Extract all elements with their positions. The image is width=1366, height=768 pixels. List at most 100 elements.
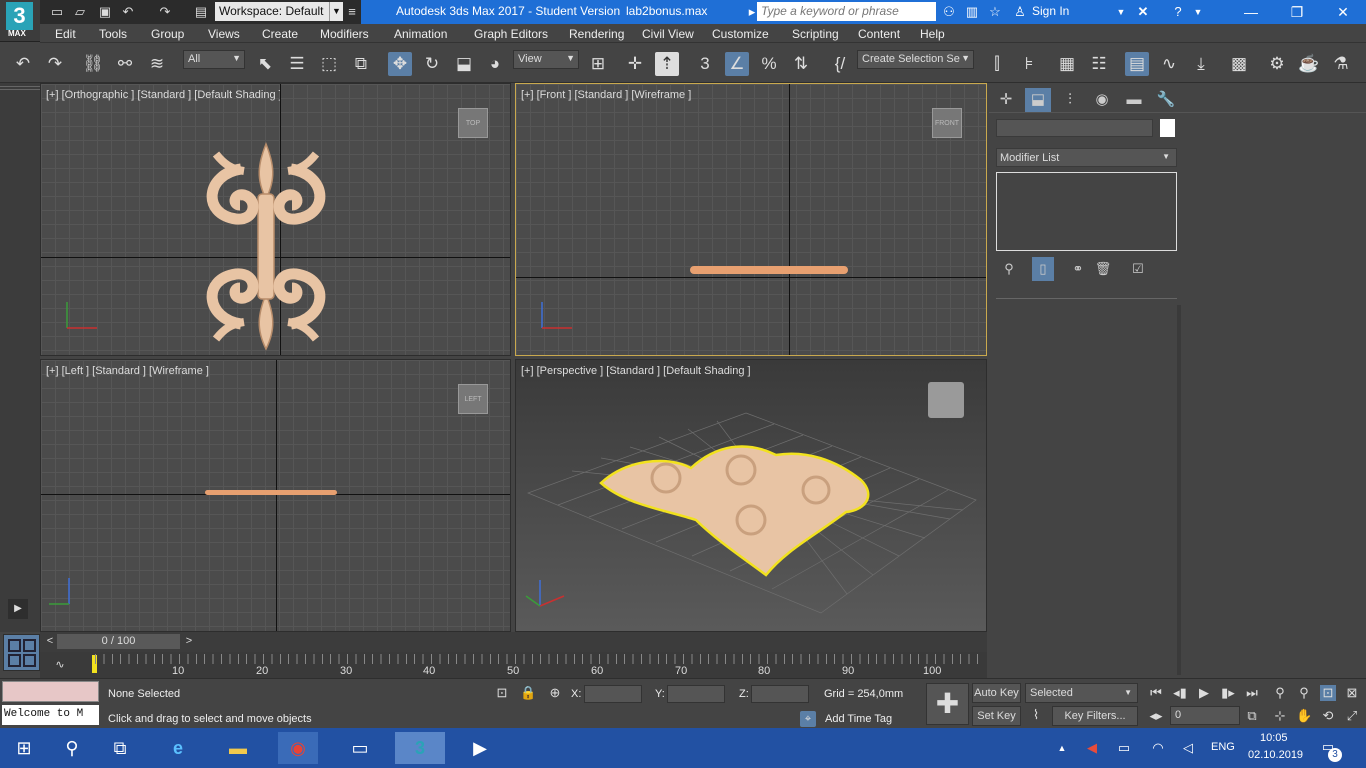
set-key-button[interactable]: Set Key	[972, 706, 1021, 726]
object-color-swatch[interactable]	[1160, 119, 1175, 137]
menu-group[interactable]: Group	[151, 27, 184, 41]
selection-filter-select[interactable]: All ▼	[183, 50, 245, 69]
clock-time[interactable]: 10:05	[1260, 732, 1288, 744]
redo-icon[interactable]: ↷	[43, 52, 67, 76]
new-file-icon[interactable]: ▭	[49, 4, 65, 20]
input-language[interactable]: ENG	[1211, 741, 1235, 753]
utilities-tab-icon[interactable]: 🔧	[1153, 88, 1179, 112]
favorites-icon[interactable]: ☆	[987, 4, 1003, 20]
viewport-layout-icon[interactable]	[3, 634, 40, 671]
open-file-icon[interactable]: ▱	[72, 4, 88, 20]
schematic-view-icon[interactable]: ⤓	[1189, 52, 1213, 76]
command-prompt-icon[interactable]: ▭	[340, 732, 380, 764]
binoculars-icon[interactable]: ⚇	[941, 4, 957, 20]
3dsmax-taskbar-icon[interactable]: 3	[395, 732, 445, 764]
modify-tab-icon[interactable]: ⬓	[1025, 88, 1051, 112]
subscription-icon[interactable]: ▥	[964, 4, 980, 20]
object-name-field[interactable]	[996, 119, 1153, 137]
search-icon[interactable]: ⚲	[52, 732, 92, 764]
menu-graph-editors[interactable]: Graph Editors	[474, 27, 548, 41]
render-setup-icon[interactable]: ⚙	[1265, 52, 1289, 76]
overflow-icon[interactable]: ≡	[344, 4, 360, 20]
key-filter-icon[interactable]: ⌇	[1028, 707, 1044, 723]
clock-date[interactable]: 02.10.2019	[1248, 749, 1303, 761]
make-unique-icon[interactable]: ⚭	[1065, 257, 1091, 281]
manipulate-icon[interactable]: ✛	[623, 52, 647, 76]
viewcube[interactable]: TOP	[458, 108, 488, 138]
show-end-result-icon[interactable]: ▯	[1032, 257, 1054, 281]
maximize-viewport-icon[interactable]: ⤢	[1344, 708, 1360, 724]
viewport-orthographic[interactable]: [+] [Orthographic ] [Standard ] [Default…	[40, 83, 511, 356]
curve-editor-mini-icon[interactable]: ∿	[52, 657, 68, 673]
search-input[interactable]: Type a keyword or phrase	[757, 2, 936, 21]
file-explorer-icon[interactable]: ▬	[218, 732, 258, 764]
keyboard-shortcut-override-icon[interactable]: ⇡	[655, 52, 679, 76]
viewport-perspective[interactable]: [+] [Perspective ] [Standard ] [Default …	[515, 359, 987, 632]
chevron-up-icon[interactable]: ▲	[1054, 740, 1070, 756]
viewport-left[interactable]: [+] [Left ] [Standard ] [Wireframe ] LEF…	[40, 359, 511, 632]
ornament-object[interactable]	[205, 490, 337, 495]
undo-icon[interactable]: ↶	[11, 52, 35, 76]
isolate-selection-icon[interactable]: ⊡	[494, 685, 510, 701]
add-time-tag[interactable]: Add Time Tag	[825, 713, 892, 725]
wifi-icon[interactable]: ◠	[1150, 740, 1166, 756]
viewport-front[interactable]: [+] [Front ] [Standard ] [Wireframe ] FR…	[515, 83, 987, 356]
menu-customize[interactable]: Customize	[712, 27, 769, 41]
pivot-center-icon[interactable]: ⊞	[586, 52, 610, 76]
previous-frame-icon[interactable]: <	[42, 633, 58, 649]
redo-icon[interactable]: ↷	[157, 4, 173, 20]
previous-key-icon[interactable]: ◂▮	[1172, 685, 1188, 701]
align-icon[interactable]: ⊧	[1017, 52, 1041, 76]
pan-view-icon[interactable]: ✋	[1296, 708, 1312, 724]
exchange-icon[interactable]: ✕	[1135, 4, 1151, 20]
track-bar[interactable]: ∿ 10 20 30 40 50 60 70 80 90 100	[40, 652, 987, 678]
speaker-icon[interactable]: ◁	[1180, 740, 1196, 756]
pin-stack-icon[interactable]: ⚲	[996, 257, 1022, 281]
z-coordinate-field[interactable]	[751, 685, 809, 703]
menu-rendering[interactable]: Rendering	[569, 27, 624, 41]
time-slider[interactable]: 0 / 100	[57, 634, 180, 649]
key-mode-toggle-icon[interactable]: ◂▸	[1148, 708, 1164, 724]
workspace-select[interactable]: Workspace: Default ▼	[215, 2, 343, 21]
save-icon[interactable]: ▣	[97, 4, 113, 20]
time-configuration-icon[interactable]: ⧉	[1244, 708, 1260, 724]
go-to-start-icon[interactable]: ⏮	[1148, 685, 1164, 701]
rendered-frame-window-icon[interactable]: ☕	[1297, 52, 1321, 76]
minimize-button[interactable]: —	[1228, 0, 1274, 24]
key-mode-select[interactable]: Selected ▼	[1025, 683, 1138, 703]
zoom-all-icon[interactable]: ⚲	[1296, 685, 1312, 701]
chevron-down-icon[interactable]: ▼	[1113, 4, 1129, 20]
display-tab-icon[interactable]: ▬	[1121, 88, 1147, 112]
modifier-list-select[interactable]: Modifier List ▼	[996, 148, 1177, 167]
app-logo[interactable]: 3 MAX	[0, 0, 40, 42]
close-button[interactable]: ✕	[1320, 0, 1366, 24]
menu-help[interactable]: Help	[920, 27, 945, 41]
x-coordinate-field[interactable]	[584, 685, 642, 703]
bind-space-warp-icon[interactable]: ≋	[145, 52, 169, 76]
configure-modifier-sets-icon[interactable]: ☑	[1125, 257, 1151, 281]
menu-animation[interactable]: Animation	[394, 27, 447, 41]
zoom-extents-icon[interactable]: ⊡	[1320, 685, 1336, 701]
select-by-name-icon[interactable]: ☰	[285, 52, 309, 76]
volume-muted-icon[interactable]: ◀	[1084, 740, 1100, 756]
window-crossing-icon[interactable]: ⧉	[349, 52, 373, 76]
select-and-rotate-icon[interactable]: ↻	[420, 52, 444, 76]
edge-browser-icon[interactable]: e	[158, 732, 198, 764]
unlink-icon[interactable]: ⚯	[113, 52, 137, 76]
next-frame-icon[interactable]: >	[181, 633, 197, 649]
spinner-snap-icon[interactable]: ⇅	[789, 52, 813, 76]
menu-modifiers[interactable]: Modifiers	[320, 27, 369, 41]
menu-create[interactable]: Create	[262, 27, 298, 41]
next-key-icon[interactable]: ▮▸	[1220, 685, 1236, 701]
zoom-extents-all-icon[interactable]: ⊠	[1344, 685, 1360, 701]
material-editor-icon[interactable]: ▩	[1227, 52, 1251, 76]
motion-tab-icon[interactable]: ◉	[1089, 88, 1115, 112]
snaps-toggle-icon[interactable]: 3	[693, 52, 717, 76]
current-frame-field[interactable]: 0	[1170, 706, 1240, 725]
undo-icon[interactable]: ↶	[120, 4, 136, 20]
ornament-object[interactable]	[196, 139, 336, 354]
menu-edit[interactable]: Edit	[55, 27, 76, 41]
task-view-icon[interactable]: ⧉	[100, 732, 140, 764]
ornament-object[interactable]	[690, 266, 848, 274]
curve-editor-icon[interactable]: ∿	[1157, 52, 1181, 76]
